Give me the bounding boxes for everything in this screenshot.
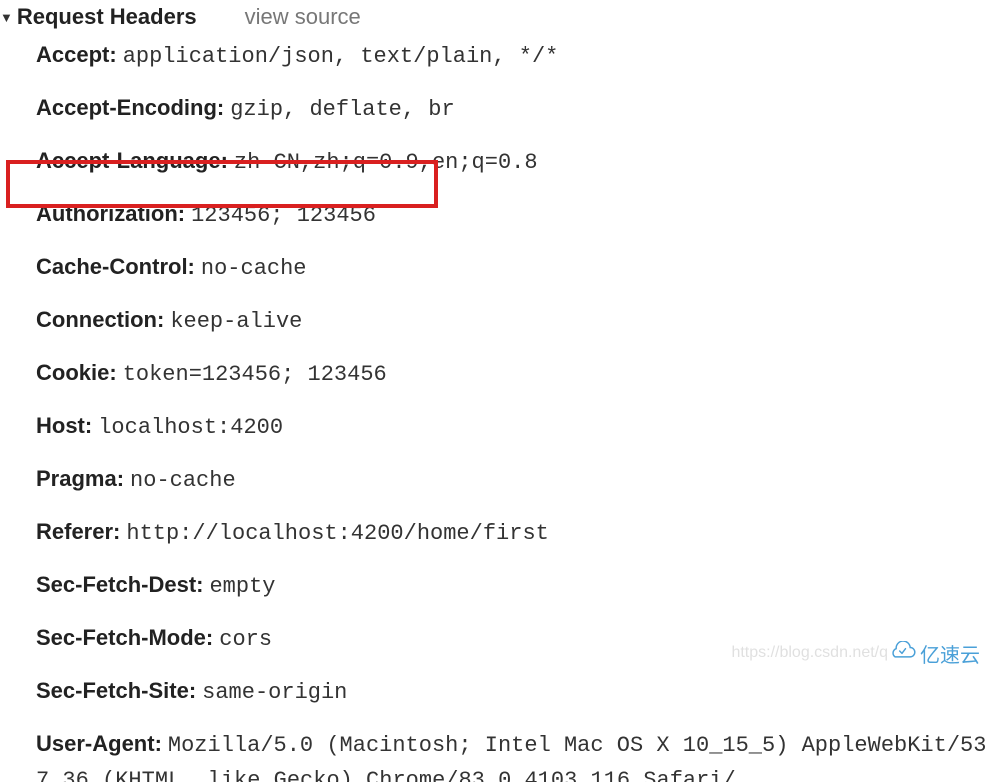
headers-list: Accept:application/json, text/plain, */*… [0, 38, 988, 782]
header-name: Authorization: [36, 201, 185, 226]
header-row-user-agent: User-Agent:Mozilla/5.0 (Macintosh; Intel… [36, 727, 988, 782]
header-value: http://localhost:4200/home/first [126, 521, 548, 546]
header-name: Sec-Fetch-Mode: [36, 625, 213, 650]
header-name: Accept-Language: [36, 148, 228, 173]
watermark-brand: 亿速云 [920, 639, 980, 668]
header-row-connection: Connection:keep-alive [36, 303, 988, 338]
header-name: Sec-Fetch-Dest: [36, 572, 203, 597]
header-name: Sec-Fetch-Site: [36, 678, 196, 703]
view-source-link[interactable]: view source [245, 4, 361, 30]
section-title: Request Headers [17, 4, 197, 30]
header-row-accept: Accept:application/json, text/plain, */* [36, 38, 988, 73]
header-row-host: Host:localhost:4200 [36, 409, 988, 444]
header-value: cors [219, 627, 272, 652]
header-name: Cookie: [36, 360, 117, 385]
header-name: Accept: [36, 42, 117, 67]
header-row-accept-language: Accept-Language:zh-CN,zh;q=0.9,en;q=0.8 [36, 144, 988, 179]
disclosure-triangle-icon[interactable]: ▼ [0, 10, 13, 25]
header-row-sec-fetch-site: Sec-Fetch-Site:same-origin [36, 674, 988, 709]
header-value: 123456; 123456 [191, 203, 376, 228]
header-value: application/json, text/plain, */* [123, 44, 559, 69]
header-value: no-cache [130, 468, 236, 493]
header-name: Host: [36, 413, 92, 438]
watermark-url: https://blog.csdn.net/q [731, 644, 888, 662]
header-value: Mozilla/5.0 (Macintosh; Intel Mac OS X 1… [36, 733, 986, 782]
header-value: keep-alive [170, 309, 302, 334]
header-value: no-cache [201, 256, 307, 281]
header-row-referer: Referer:http://localhost:4200/home/first [36, 515, 988, 550]
header-value: zh-CN,zh;q=0.9,en;q=0.8 [234, 150, 538, 175]
header-name: Pragma: [36, 466, 124, 491]
header-row-sec-fetch-dest: Sec-Fetch-Dest:empty [36, 568, 988, 603]
header-row-cookie: Cookie:token=123456; 123456 [36, 356, 988, 391]
header-name: Accept-Encoding: [36, 95, 224, 120]
watermark-logo: 亿速云 [888, 639, 980, 668]
header-value: token=123456; 123456 [123, 362, 387, 387]
header-value: localhost:4200 [98, 415, 283, 440]
header-row-accept-encoding: Accept-Encoding:gzip, deflate, br [36, 91, 988, 126]
header-row-authorization: Authorization:123456; 123456 [36, 197, 988, 232]
header-name: Referer: [36, 519, 120, 544]
header-name: Cache-Control: [36, 254, 195, 279]
request-headers-section-header: ▼ Request Headers view source [0, 0, 988, 38]
header-value: empty [209, 574, 275, 599]
header-value: gzip, deflate, br [230, 97, 454, 122]
cloud-icon [888, 641, 916, 667]
header-value: same-origin [202, 680, 347, 705]
header-name: User-Agent: [36, 731, 162, 756]
header-row-pragma: Pragma:no-cache [36, 462, 988, 497]
header-row-cache-control: Cache-Control:no-cache [36, 250, 988, 285]
header-name: Connection: [36, 307, 164, 332]
